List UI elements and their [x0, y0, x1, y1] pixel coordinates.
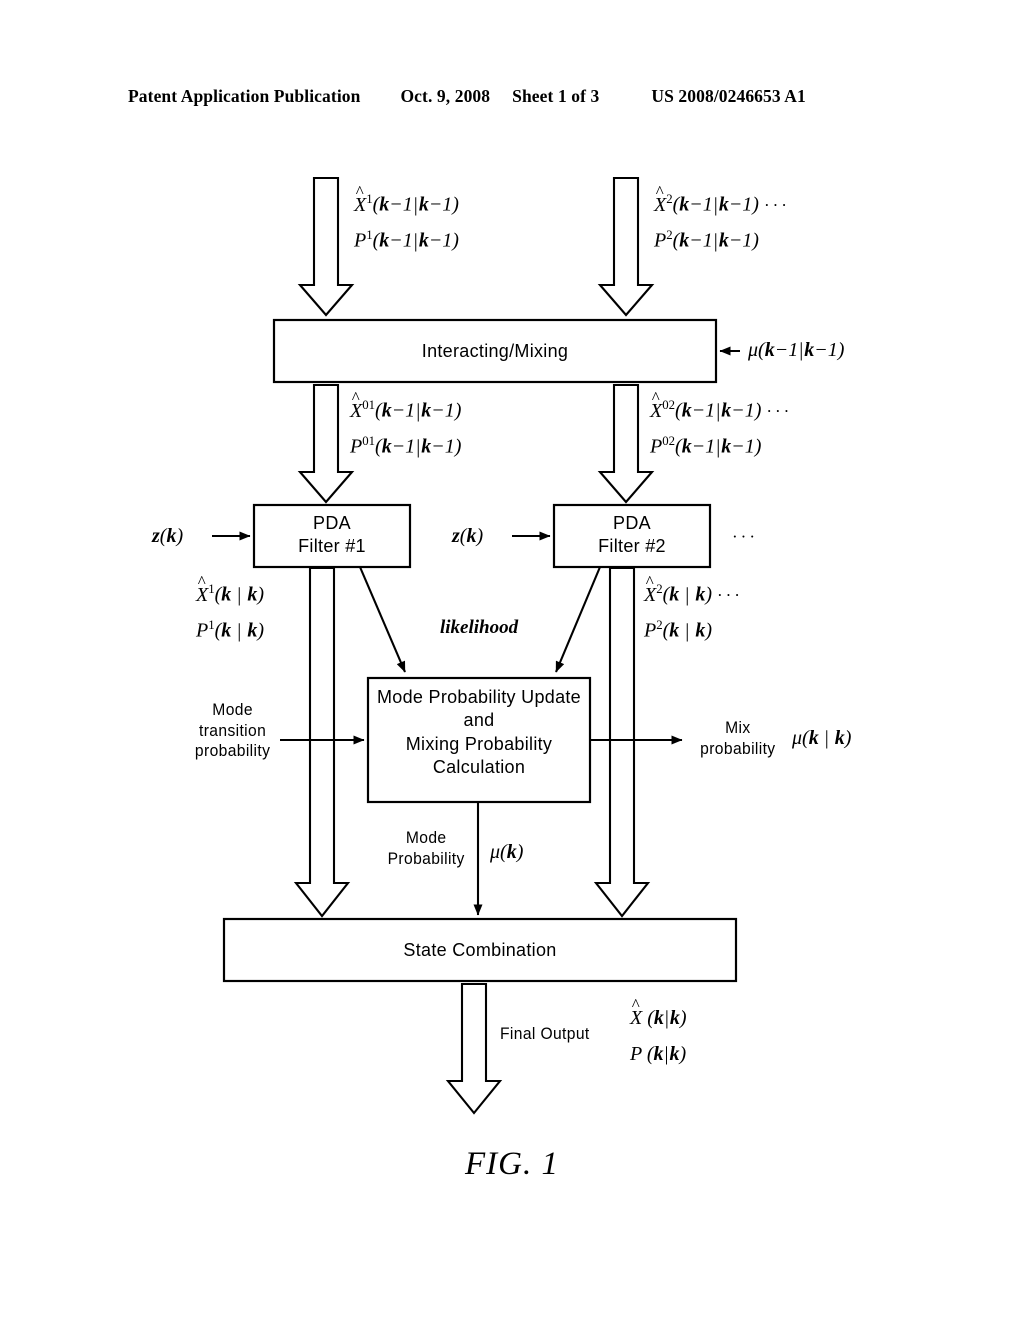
signal-mixed1-cov: P01(k−1|k−1)	[350, 434, 462, 458]
arrow-likelihood-2	[555, 566, 601, 673]
hollow-arrow-final-output	[445, 982, 503, 1115]
mode-transition-line2: transition	[199, 720, 267, 740]
signal-mixed2-state: X ^ 02(k−1|k−1) ···	[650, 388, 793, 422]
mode-prob-line2: and	[463, 710, 495, 731]
mode-prob-line4: Calculation	[432, 757, 526, 778]
hollow-arrow-filter2-output	[593, 566, 651, 918]
pda-filter-2-line1: PDA	[613, 513, 651, 533]
signal-measurement-1: z(k)	[152, 525, 184, 547]
signal-input2-cov: P2(k−1|k−1)	[654, 228, 759, 252]
signal-filter1-cov: P1(k | k)	[196, 618, 264, 642]
hollow-arrow-filter1-output	[293, 566, 351, 918]
box-label-interacting-mixing: Interacting/Mixing	[421, 341, 569, 361]
signal-input2-state: X ^ 2(k−1|k−1) ···	[654, 182, 790, 216]
signal-input1-cov: P1(k−1|k−1)	[354, 228, 459, 252]
signal-final-state: X ^ (k|k)	[630, 995, 687, 1029]
label-likelihood: likelihood	[440, 617, 519, 638]
signal-mu-prior: μ(k−1|k−1)	[748, 339, 845, 361]
signal-filter1-state: X ^ 1(k | k)	[196, 572, 264, 606]
mode-prob-line3: Mixing Probability	[405, 733, 553, 754]
pda-filter-1-line2: Filter #1	[298, 536, 366, 557]
mode-prob-line1: Mode Probability Update	[376, 687, 581, 707]
pda-filter-1-line1: PDA	[313, 513, 351, 533]
hollow-arrow-input-1	[297, 176, 355, 317]
figure-caption: FIG. 1	[465, 1146, 559, 1182]
pda-filter-2-line2: Filter #2	[598, 536, 666, 557]
mix-probability-line2: probability	[700, 738, 776, 758]
arrow-likelihood-1	[359, 566, 406, 673]
mode-probability-line2: Probability	[387, 848, 465, 868]
signal-mixed1-state: X ^ 01(k−1|k−1)	[350, 388, 462, 422]
mode-transition-line1: Mode	[212, 700, 253, 719]
signal-filter2-cov: P2(k | k)	[644, 618, 712, 642]
mix-probability-line1: Mix	[725, 718, 751, 737]
signal-mu-mode: μ(k)	[490, 841, 524, 863]
label-mode-transition-probability: Mode transition probability	[182, 700, 283, 762]
hollow-arrow-mixed-1	[297, 383, 355, 504]
signal-filter2-state: X ^ 2(k | k) ···	[644, 572, 743, 606]
box-label-pda-filter-2: PDA Filter #2	[554, 512, 710, 559]
hollow-arrow-mixed-2	[597, 383, 655, 504]
mode-transition-line3: probability	[194, 741, 271, 761]
box-label-state-combination: State Combination	[403, 940, 557, 960]
signal-mixed2-cov: P02(k−1|k−1)	[650, 434, 762, 458]
box-label-mode-probability: Mode Probability Update and Mixing Proba…	[368, 686, 590, 780]
signal-input1-state: X ^ 1(k−1|k−1)	[354, 182, 459, 216]
filters-ellipsis: ···	[732, 527, 758, 546]
mode-probability-line1: Mode	[405, 828, 447, 847]
signal-final-cov: P (k|k)	[630, 1043, 687, 1065]
label-mix-probability: Mix probability	[690, 718, 786, 759]
figure-diagram	[0, 0, 1024, 1320]
box-label-pda-filter-1: PDA Filter #1	[254, 512, 410, 559]
signal-mu-posterior: μ(k | k)	[792, 727, 852, 749]
label-mode-probability-output: Mode Probability	[382, 828, 470, 869]
hollow-arrow-input-2	[597, 176, 655, 317]
signal-measurement-2: z(k)	[452, 525, 484, 547]
label-final-output: Final Output	[500, 1024, 590, 1043]
